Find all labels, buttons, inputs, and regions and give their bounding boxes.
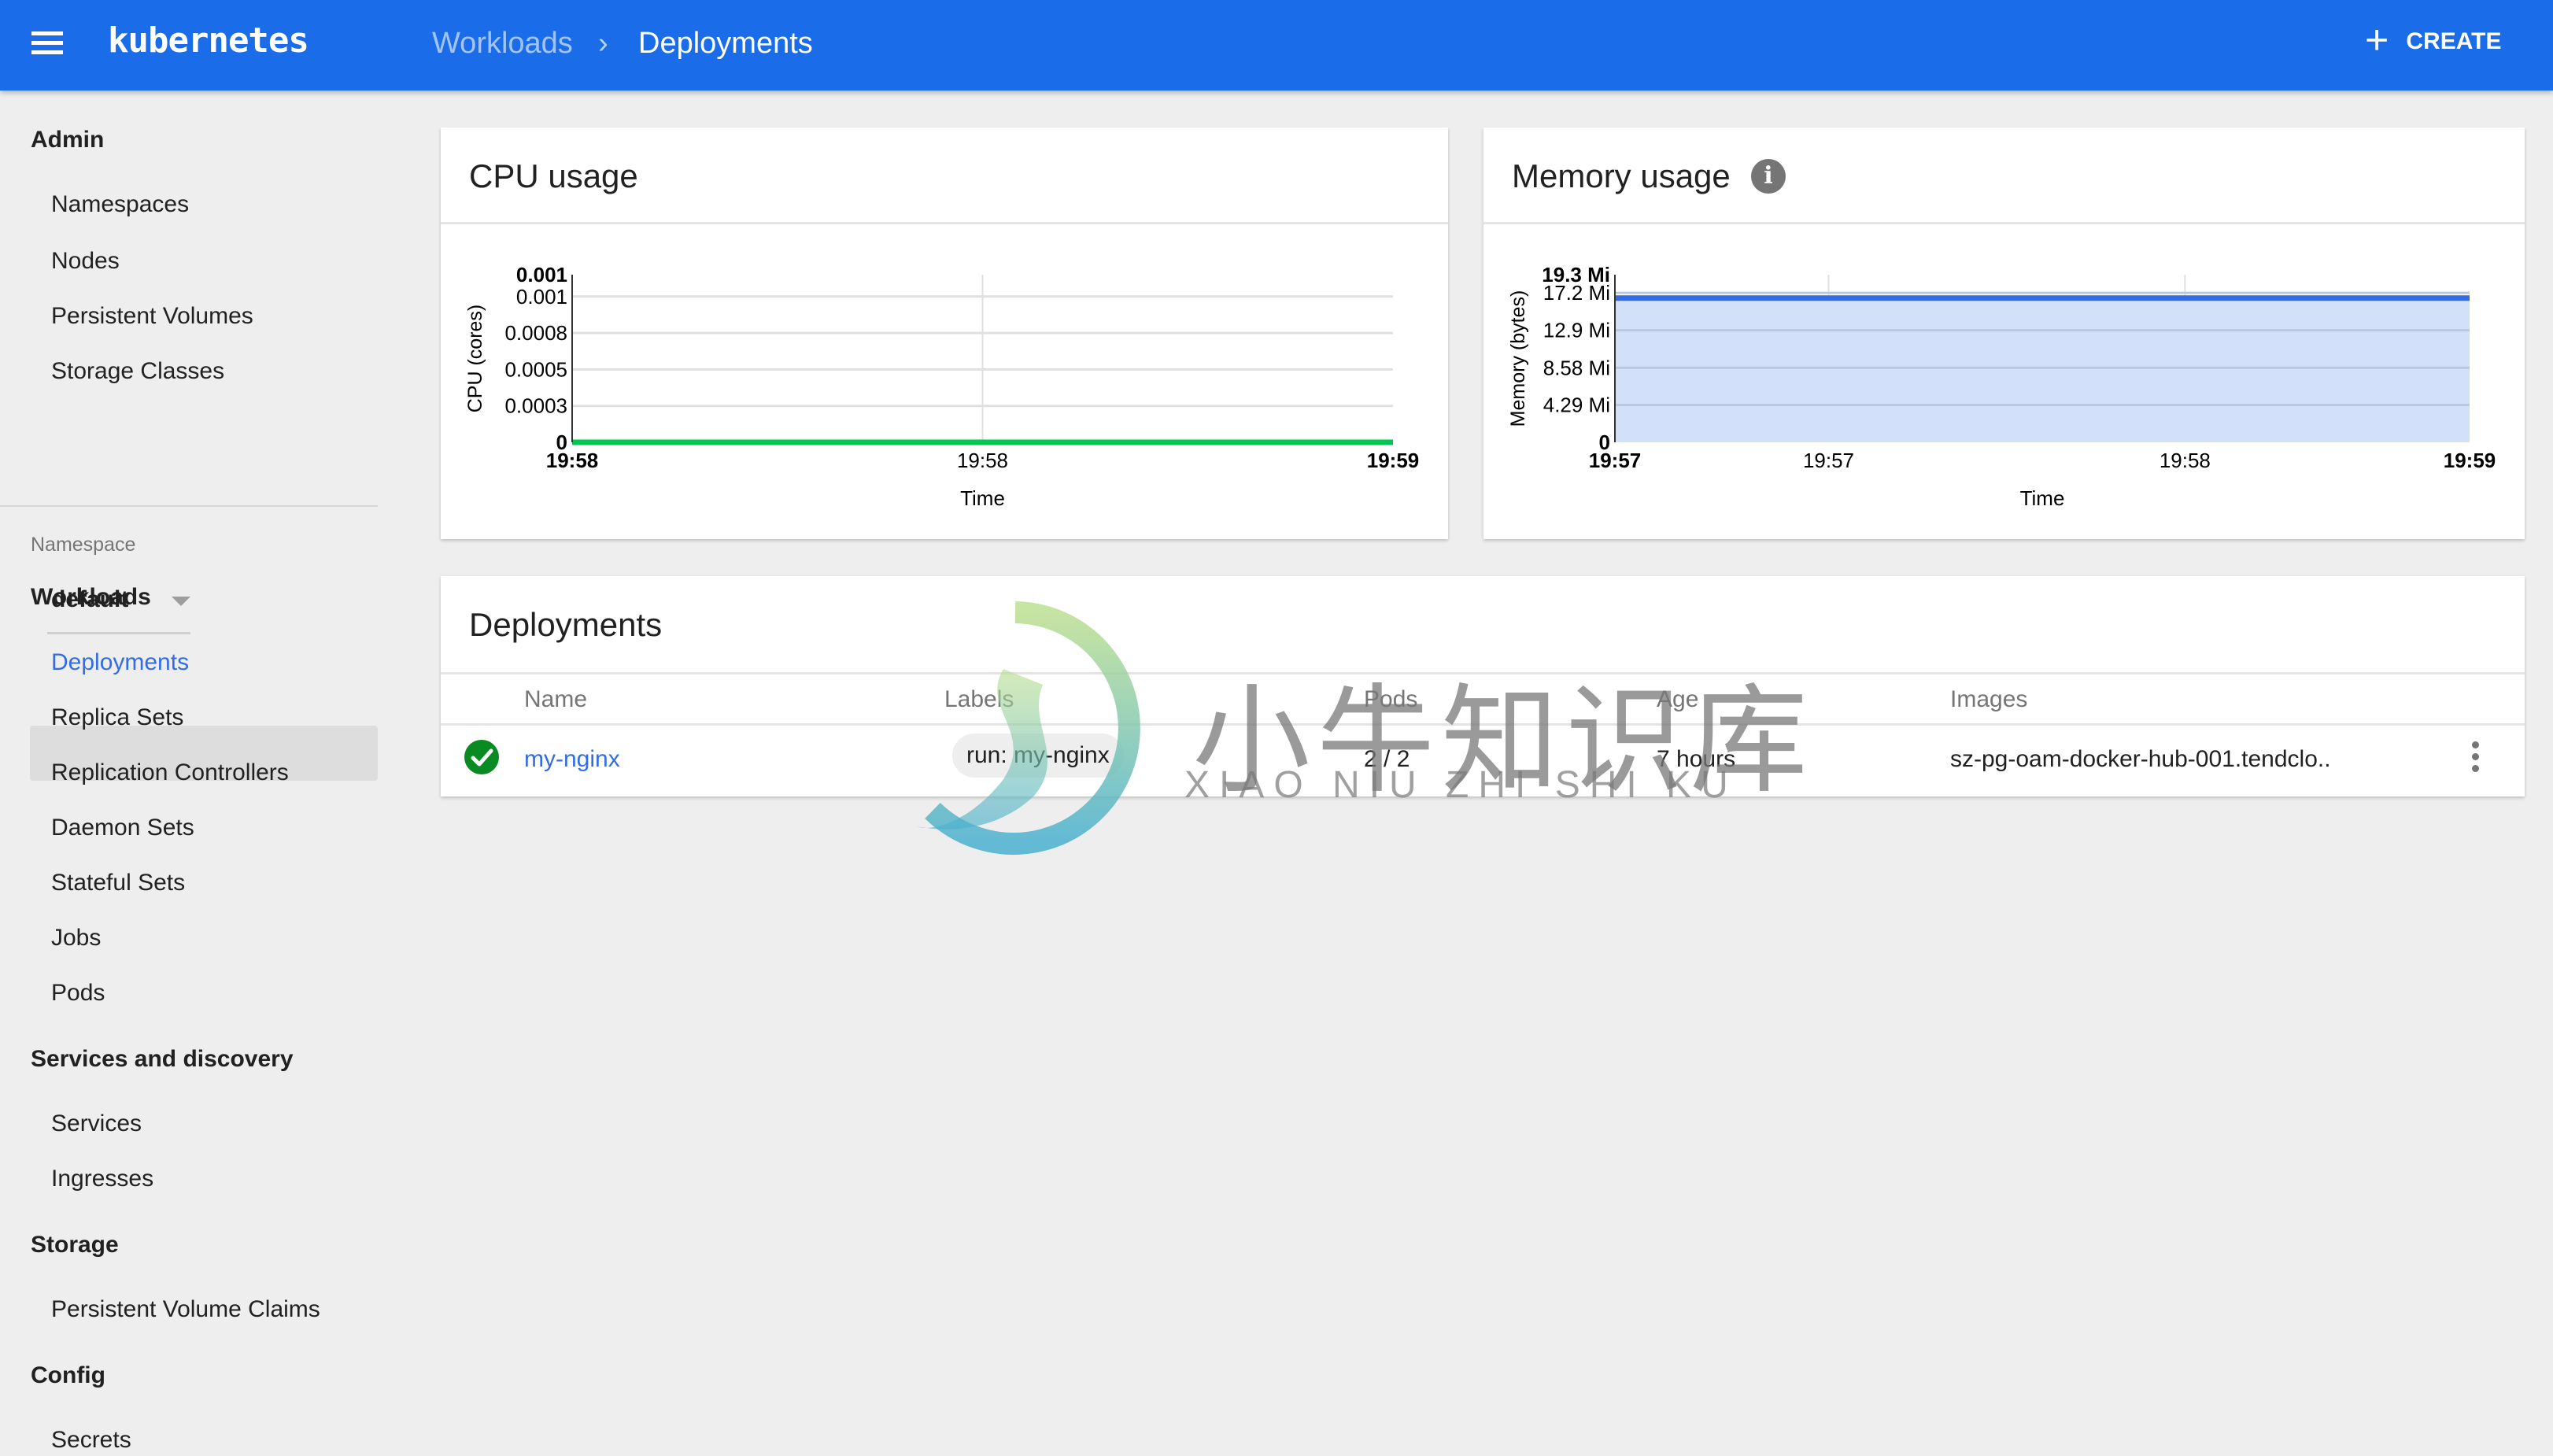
x-tick-label: 19:59	[2444, 449, 2496, 472]
memory-usage-card: Memory usage i 0 4.29 Mi 8.58 Mi 12.9 Mi 17.…	[1483, 127, 2525, 539]
sidebar-section-config: Config	[31, 1362, 105, 1388]
more-vert-icon[interactable]	[2463, 740, 2487, 774]
y-tick-label: 0.001	[516, 263, 567, 286]
column-header-name[interactable]: Name	[524, 686, 587, 713]
sidebar-item-replica-sets[interactable]: Replica Sets	[51, 704, 183, 731]
sidebar-item-persistent-volumes[interactable]: Persistent Volumes	[51, 303, 253, 330]
y-axis-title: CPU (cores)	[464, 305, 486, 413]
series-area	[1615, 297, 2470, 442]
sidebar-section-storage: Storage	[31, 1232, 119, 1258]
chevron-right-icon: ›	[598, 27, 608, 60]
plus-icon: +	[2365, 17, 2389, 63]
deployment-images: sz-pg-oam-docker-hub-001.tendclo..	[1950, 746, 2331, 772]
sidebar-item-deployments[interactable]: Deployments	[51, 649, 189, 676]
x-axis-title: Time	[960, 486, 1005, 510]
x-axis-title: Time	[2020, 486, 2065, 510]
y-tick-label: 0.0008	[504, 321, 567, 345]
x-tick-label: 19:57	[1589, 449, 1642, 472]
sidebar-item-replication-controllers[interactable]: Replication Controllers	[51, 759, 289, 786]
y-tick-label: 0.001	[516, 285, 567, 309]
sidebar-item-nodes[interactable]: Nodes	[51, 248, 120, 275]
label-chip: run: my-nginx	[952, 734, 1124, 778]
cpu-usage-card: CPU usage 0 0.0003 0.0005 0.0008 0.001 0.001 1…	[441, 127, 1448, 539]
deployment-age: 7 hours	[1657, 746, 1736, 772]
y-axis-title: Memory (bytes)	[1507, 290, 1529, 427]
y-tick-label: 0.0005	[504, 357, 567, 381]
x-tick-label: 19:59	[1367, 449, 1420, 472]
sidebar-item-jobs[interactable]: Jobs	[51, 925, 101, 952]
y-tick-label: 19.3 Mi	[1542, 263, 1610, 286]
sidebar-item-secrets[interactable]: Secrets	[51, 1427, 131, 1454]
column-header-labels: Labels	[944, 686, 1014, 712]
breadcrumb-current: Deployments	[638, 27, 813, 60]
sidebar-item-storage-classes[interactable]: Storage Classes	[51, 358, 224, 385]
app-logo[interactable]: kubernetes	[108, 20, 309, 61]
y-tick-label: 8.58 Mi	[1543, 356, 1610, 379]
column-header-pods: Pods	[1364, 686, 1418, 712]
deployments-card: Deployments Name Labels Pods Age Images …	[441, 576, 2525, 796]
breadcrumb-workloads[interactable]: Workloads	[432, 27, 573, 61]
cpu-chart: 00.00030.00050.00080.0010.00119:58 19:58 1…	[464, 263, 1420, 510]
x-tick-label: 19:58	[2160, 449, 2211, 472]
deployment-name-link[interactable]: my-nginx	[524, 746, 620, 772]
sidebar-item-namespaces[interactable]: Namespaces	[51, 191, 189, 218]
table-divider	[441, 672, 2525, 674]
menu-icon[interactable]	[31, 31, 63, 55]
x-tick-label: 19:58	[546, 449, 599, 472]
sidebar-item-services[interactable]: Services	[51, 1110, 142, 1137]
top-app-bar: kubernetes Workloads › Deployments + CRE…	[0, 0, 2553, 91]
memory-chart: 04.29 Mi8.58 Mi12.9 Mi17.2 Mi19.3 Mi19:5…	[1507, 263, 2496, 510]
sidebar-item-daemon-sets[interactable]: Daemon Sets	[51, 815, 194, 841]
x-tick-label: 19:57	[1803, 449, 1854, 472]
pods-count: 2 / 2	[1364, 746, 1410, 772]
y-tick-label: 4.29 Mi	[1543, 394, 1610, 417]
deployments-card-title: Deployments	[469, 606, 663, 643]
dropdown-arrow-icon	[172, 597, 190, 606]
sidebar-item-persistent-volume-claims[interactable]: Persistent Volume Claims	[51, 1296, 320, 1323]
sidebar-section-admin: Admin	[31, 127, 105, 153]
y-tick-label: 0.0003	[504, 394, 567, 418]
table-divider	[441, 723, 2525, 726]
sidebar: Admin Namespaces Nodes Persistent Volume…	[0, 91, 378, 1456]
y-tick-label: 12.9 Mi	[1543, 319, 1610, 342]
sidebar-section-services-discovery: Services and discovery	[31, 1046, 294, 1072]
create-button[interactable]: + CREATE	[2365, 17, 2502, 63]
namespace-label: Namespace	[31, 534, 136, 556]
x-tick-label: 19:58	[957, 449, 1008, 472]
sidebar-divider	[0, 505, 378, 507]
column-header-age[interactable]: Age	[1657, 686, 1698, 713]
check-circle-icon	[464, 740, 499, 774]
sidebar-item-ingresses[interactable]: Ingresses	[51, 1166, 153, 1192]
column-header-images: Images	[1950, 686, 2028, 712]
sidebar-section-workloads: Workloads	[31, 584, 151, 610]
create-label: CREATE	[2406, 28, 2502, 54]
sidebar-item-pods[interactable]: Pods	[51, 980, 105, 1007]
sidebar-item-stateful-sets[interactable]: Stateful Sets	[51, 870, 185, 896]
